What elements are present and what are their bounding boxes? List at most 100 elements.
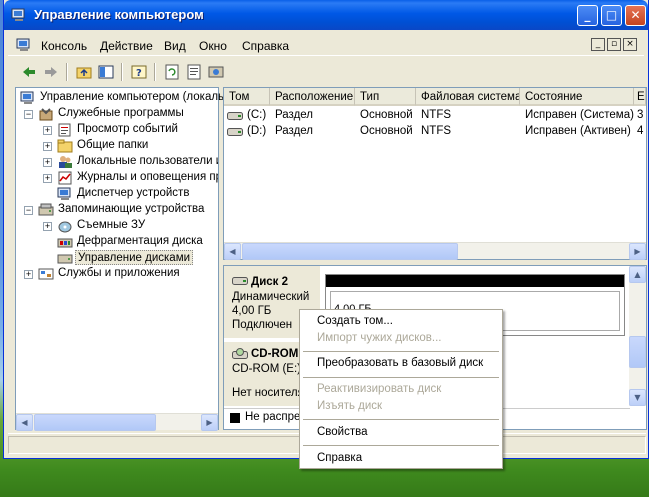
properties-icon[interactable] xyxy=(185,63,203,81)
menu-item-properties[interactable]: Свойства xyxy=(317,426,368,438)
tree-item-label: Общие папки xyxy=(77,139,149,151)
scroll-left-button[interactable]: ◀ xyxy=(224,243,241,260)
refresh-icon[interactable] xyxy=(163,63,181,81)
menu-window[interactable]: Окно xyxy=(199,39,227,53)
scroll-up-button[interactable]: ▲ xyxy=(629,266,646,283)
console-icon[interactable] xyxy=(16,38,32,52)
toolbar-separator xyxy=(121,63,123,81)
expand-toggle[interactable]: + xyxy=(43,142,52,151)
scroll-left-button[interactable]: ◀ xyxy=(16,414,33,431)
menu-help[interactable]: Справка xyxy=(242,39,289,53)
tree-item-label: Диспетчер устройств xyxy=(77,187,190,199)
col-header-type[interactable]: Тип xyxy=(355,88,416,106)
scroll-thumb[interactable] xyxy=(629,336,646,368)
mdi-restore-button[interactable]: ▫ xyxy=(607,38,621,51)
tree-item-label: Служебные программы xyxy=(58,107,184,119)
menu-action[interactable]: Действие xyxy=(100,39,153,53)
table-row[interactable]: (D:) Раздел Основной NTFS Исправен (Акти… xyxy=(224,124,646,140)
tree-item-disk-management[interactable]: Управление дисками xyxy=(43,250,218,266)
up-folder-icon[interactable] xyxy=(75,63,93,81)
collapse-toggle[interactable]: − xyxy=(24,110,33,119)
event-viewer-icon xyxy=(58,123,71,137)
tree-item-label: Управление дисками xyxy=(75,250,194,265)
scroll-thumb[interactable] xyxy=(34,414,156,431)
disk-tools-icon[interactable] xyxy=(207,63,225,81)
menu-item-reactivate-disk[interactable]: Реактивизировать диск xyxy=(317,383,441,395)
expand-toggle[interactable]: + xyxy=(24,270,33,279)
tree-item-label: Просмотр событий xyxy=(77,123,178,135)
tree-item-storage[interactable]: − Запоминающие устройства xyxy=(24,202,218,218)
col-header-location[interactable]: Расположение xyxy=(270,88,355,106)
menu-separator xyxy=(303,419,499,420)
expand-toggle[interactable]: + xyxy=(43,158,52,167)
tree-item-label: Локальные пользователи и xyxy=(77,155,218,167)
scroll-thumb[interactable] xyxy=(242,243,458,260)
tree-item-label: Службы и приложения xyxy=(58,267,180,279)
drive-icon xyxy=(227,112,243,120)
mdi-minimize-button[interactable]: _ xyxy=(591,38,605,51)
tree-item-system-tools[interactable]: − Служебные программы xyxy=(24,106,218,122)
computer-icon xyxy=(20,91,34,104)
scroll-down-button[interactable]: ▼ xyxy=(629,389,646,406)
col-header-volume[interactable]: Том xyxy=(224,88,270,106)
tree-item-defragmenter[interactable]: Дефрагментация диска xyxy=(43,234,218,250)
expand-toggle[interactable]: + xyxy=(43,174,52,183)
tools-icon xyxy=(39,108,53,121)
removable-storage-icon xyxy=(58,221,72,233)
minimize-button[interactable]: _ xyxy=(577,5,598,26)
menu-item-convert-to-basic[interactable]: Преобразовать в базовый диск xyxy=(317,357,483,369)
col-header-status[interactable]: Состояние xyxy=(520,88,634,106)
help-icon[interactable]: ? xyxy=(130,63,148,81)
disk-icon xyxy=(232,277,248,285)
tree-item-removable-storage[interactable]: + Съемные ЗУ xyxy=(43,218,218,234)
tree-item-local-users[interactable]: + Локальные пользователи и xyxy=(43,154,218,170)
close-button[interactable]: ✕ xyxy=(625,5,646,26)
menu-item-help[interactable]: Справка xyxy=(317,452,362,464)
legend-swatch xyxy=(230,413,240,423)
tree-item-device-manager[interactable]: Диспетчер устройств xyxy=(43,186,218,202)
show-hide-tree-icon[interactable] xyxy=(97,63,115,81)
mdi-close-button[interactable]: × xyxy=(623,38,637,51)
console-tree[interactable]: Управление компьютером (локаль − Служебн… xyxy=(15,87,224,431)
device-manager-icon xyxy=(57,187,71,200)
svg-text:?: ? xyxy=(136,68,142,79)
menu-item-remove-disk[interactable]: Изъять диск xyxy=(317,400,382,412)
tree-horizontal-scrollbar[interactable]: ◀ ▶ xyxy=(16,413,218,431)
cell-type: Основной xyxy=(360,125,413,137)
cell-location: Раздел xyxy=(275,109,314,121)
cell-filesystem: NTFS xyxy=(421,109,452,121)
toolbar-separator xyxy=(66,63,68,81)
back-arrow-icon[interactable] xyxy=(20,63,38,81)
menu-item-create-volume[interactable]: Создать том... xyxy=(317,315,393,327)
scroll-right-button[interactable]: ▶ xyxy=(629,243,646,260)
cell-location: Раздел xyxy=(275,125,314,137)
computer-management-icon xyxy=(11,8,25,21)
tree-item-event-viewer[interactable]: + Просмотр событий xyxy=(43,122,218,138)
volume-list[interactable]: Том Расположение Тип Файловая система Со… xyxy=(223,87,647,260)
expand-toggle[interactable]: + xyxy=(43,126,52,135)
menu-console[interactable]: Консоль xyxy=(41,39,87,53)
col-header-filesystem[interactable]: Файловая система xyxy=(416,88,520,106)
menu-view[interactable]: Вид xyxy=(164,39,186,53)
scroll-right-button[interactable]: ▶ xyxy=(201,414,218,431)
collapse-toggle[interactable]: − xyxy=(24,206,33,215)
menu-item-import-foreign-disks[interactable]: Импорт чужих дисков... xyxy=(317,332,441,344)
volume-horizontal-scrollbar[interactable]: ◀ ▶ xyxy=(224,242,646,260)
tree-item-logs-alerts[interactable]: + Журналы и оповещения пр xyxy=(43,170,218,186)
table-row[interactable]: (C:) Раздел Основной NTFS Исправен (Сист… xyxy=(224,108,646,124)
tree-item-label: Запоминающие устройства xyxy=(58,203,205,215)
cdrom-media: Нет носителя xyxy=(232,387,304,399)
forward-arrow-icon[interactable] xyxy=(42,63,60,81)
cell-status: Исправен (Активен) xyxy=(525,125,631,137)
title-bar[interactable]: Управление компьютером _ □ ✕ xyxy=(4,0,648,30)
toolbar: ? xyxy=(8,60,644,84)
disk-management-icon xyxy=(57,254,73,264)
tree-item-services-apps[interactable]: + Службы и приложения xyxy=(24,266,218,282)
expand-toggle[interactable]: + xyxy=(43,222,52,231)
tree-item-shared-folders[interactable]: + Общие папки xyxy=(43,138,218,154)
cell-status: Исправен (Система) xyxy=(525,109,634,121)
shared-folder-icon xyxy=(57,139,73,153)
disk-vertical-scrollbar[interactable]: ▲ ▼ xyxy=(629,266,646,406)
col-header-capacity[interactable]: Е xyxy=(634,88,646,106)
maximize-button[interactable]: □ xyxy=(601,5,622,26)
